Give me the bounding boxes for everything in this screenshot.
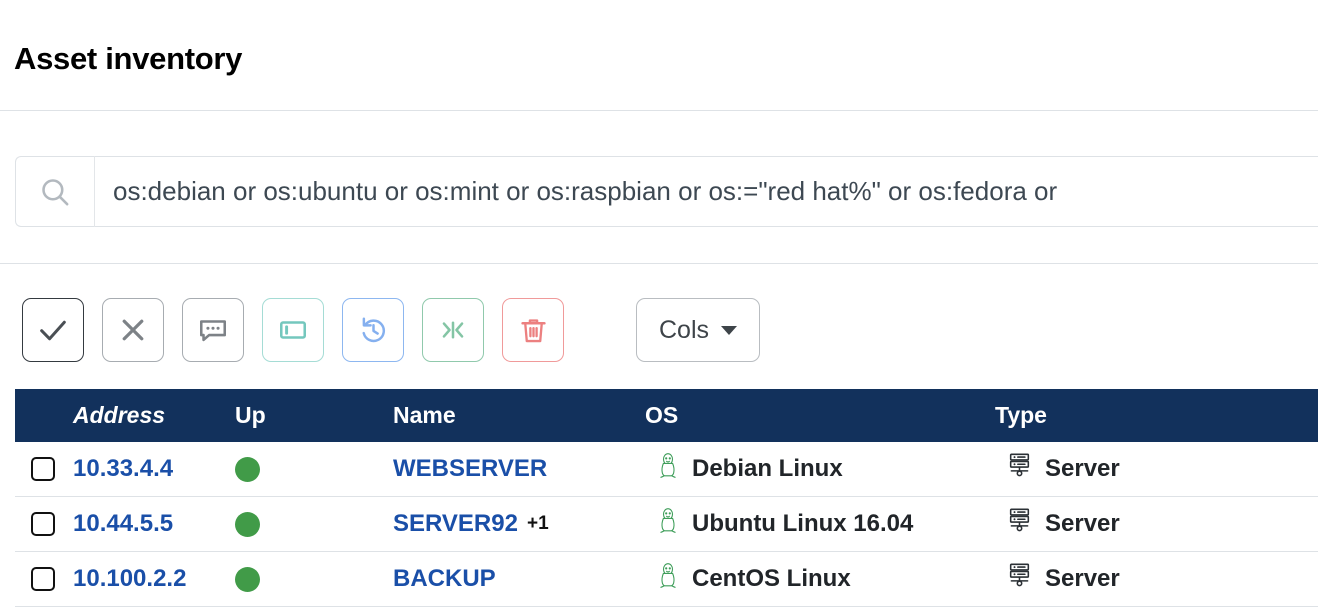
row-type-cell: Server [995,442,1318,497]
trash-icon [518,315,549,346]
row-name-cell: SERVER92 +1 [393,497,645,552]
chevron-down-icon [721,326,737,335]
status-badge-up [235,457,260,482]
asset-name-link[interactable]: SERVER92 [393,510,518,538]
row-checkbox[interactable] [31,457,55,481]
type-label: Server [1045,510,1120,538]
row-select-cell [15,442,73,497]
status-badge-up [235,567,260,592]
window-button[interactable] [262,298,324,362]
row-type-cell: Server [995,552,1318,607]
os-label: CentOS Linux [692,565,851,593]
search-bar: os:debian or os:ubuntu or os:mint or os:… [15,156,1318,227]
type-label: Server [1045,565,1120,593]
address-link[interactable]: 10.100.2.2 [73,565,186,593]
search-input[interactable]: os:debian or os:ubuntu or os:mint or os:… [95,156,1318,227]
column-header-select[interactable] [15,389,73,442]
row-checkbox[interactable] [31,512,55,536]
row-checkbox[interactable] [31,567,55,591]
row-name-cell: WEBSERVER [393,442,645,497]
merge-icon [437,314,469,346]
table-head: Address Up Name OS Type [15,389,1318,442]
columns-dropdown-label: Cols [659,316,709,345]
divider-above-toolbar [0,263,1318,264]
table-header-row: Address Up Name OS Type [15,389,1318,442]
asset-table: Address Up Name OS Type [15,389,1318,607]
table-body: 10.33.4.4 WEBSERVER [15,442,1318,607]
merge-button[interactable] [422,298,484,362]
comment-button[interactable] [182,298,244,362]
type-label: Server [1045,455,1120,483]
column-header-up[interactable]: Up [235,389,393,442]
search-icon-addon [15,156,95,227]
row-type-cell: Server [995,497,1318,552]
os-label: Ubuntu Linux 16.04 [692,510,913,538]
history-button[interactable] [342,298,404,362]
page-title: Asset inventory [14,37,242,81]
linux-tux-icon [657,452,679,486]
action-toolbar: Cols [22,298,760,362]
status-badge-up [235,512,260,537]
os-label: Debian Linux [692,455,843,483]
close-x-icon [118,315,148,345]
reject-button[interactable] [102,298,164,362]
linux-tux-icon [657,562,679,596]
row-os-cell: Debian Linux [645,442,995,497]
column-header-address[interactable]: Address [73,389,235,442]
columns-dropdown-button[interactable]: Cols [636,298,760,362]
row-os-cell: CentOS Linux [645,552,995,607]
approve-button[interactable] [22,298,84,362]
table-row: 10.44.5.5 SERVER92 +1 [15,497,1318,552]
server-rack-icon [1007,452,1032,486]
linux-tux-icon [657,507,679,541]
server-rack-icon [1007,562,1032,596]
row-address-cell: 10.33.4.4 [73,442,235,497]
history-restore-icon [357,314,390,347]
row-select-cell [15,552,73,607]
column-header-type[interactable]: Type [995,389,1318,442]
asset-name-link[interactable]: BACKUP [393,565,496,593]
column-header-os[interactable]: OS [645,389,995,442]
comment-bubble-icon [197,314,229,346]
search-icon [38,175,72,209]
address-link[interactable]: 10.33.4.4 [73,455,173,483]
divider-under-title [0,110,1318,111]
column-header-name[interactable]: Name [393,389,645,442]
asset-inventory-page: Asset inventory os:debian or os:ubuntu o… [0,0,1318,610]
table-row: 10.33.4.4 WEBSERVER [15,442,1318,497]
asset-name-link[interactable]: WEBSERVER [393,455,547,483]
delete-button[interactable] [502,298,564,362]
row-up-cell [235,552,393,607]
row-os-cell: Ubuntu Linux 16.04 [645,497,995,552]
row-select-cell [15,497,73,552]
row-up-cell [235,442,393,497]
row-up-cell [235,497,393,552]
extra-names-badge: +1 [527,513,549,535]
table-row: 10.100.2.2 BACKUP [15,552,1318,607]
asset-table-container: Address Up Name OS Type [15,389,1318,607]
window-panel-icon [277,314,309,346]
row-name-cell: BACKUP [393,552,645,607]
row-address-cell: 10.44.5.5 [73,497,235,552]
row-address-cell: 10.100.2.2 [73,552,235,607]
address-link[interactable]: 10.44.5.5 [73,510,173,538]
server-rack-icon [1007,507,1032,541]
check-icon [36,313,70,347]
